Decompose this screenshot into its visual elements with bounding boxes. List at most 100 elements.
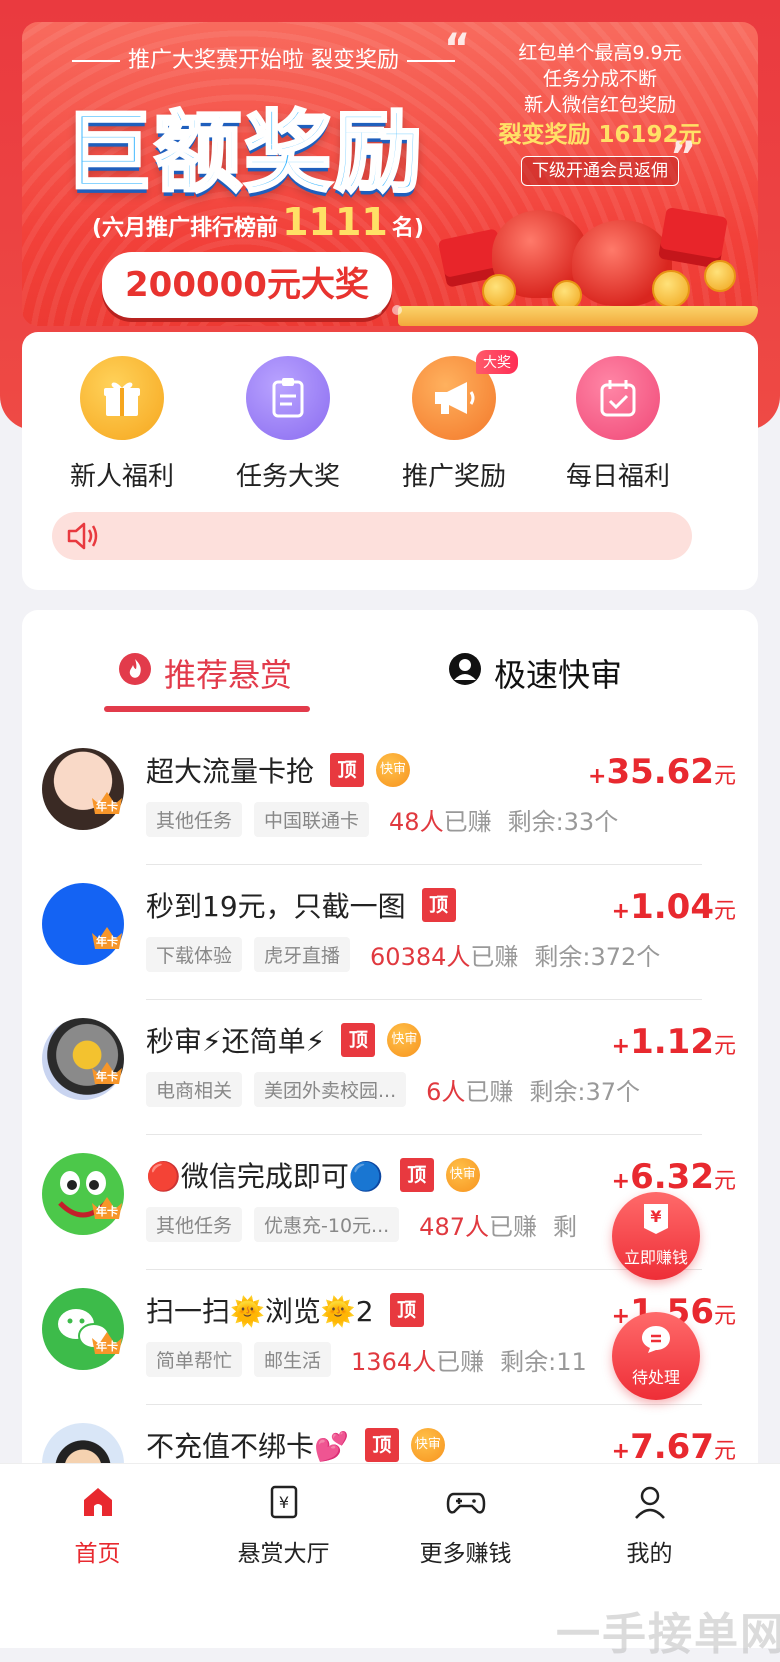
fast-badge: 快审 — [376, 753, 411, 787]
task-row[interactable]: 年卡 秒审⚡还简单⚡ 顶快审 +1.12元 电商相关 美团外卖校园... 6人已赚… — [22, 1000, 758, 1135]
bounty-icon: ¥ — [266, 1485, 302, 1524]
remaining-count: 剩 — [552, 1213, 577, 1241]
nav-bounty-hall[interactable]: ¥ 悬赏大厅 — [186, 1484, 381, 1568]
task-meta: 简单帮忙 邮生活 1364人已赚 剩余:11 — [146, 1342, 587, 1377]
earned-count: 1364人已赚 — [351, 1348, 485, 1376]
remaining-count: 剩余:37个 — [529, 1078, 641, 1106]
tab-label: 极速快审 — [494, 656, 623, 694]
fast-badge: 快审 — [410, 1428, 445, 1462]
category-chip: 其他任务 — [146, 1207, 243, 1242]
project-chip: 优惠充-10元... — [254, 1207, 400, 1242]
banner-right-block: 红包单个最高9.9元 任务分成不断 新人微信红包奖励 裂变奖励 16192元 下… — [470, 40, 730, 186]
task-reward: +6.32元 — [611, 1157, 736, 1197]
earned-count: 60384人已赚 — [370, 943, 519, 971]
home-icon — [80, 1488, 116, 1524]
quick-item-promo-reward[interactable]: 大奖 推广奖励 — [374, 350, 534, 493]
remaining-count: 剩余:11 — [500, 1348, 587, 1376]
quick-item-task-prize[interactable]: 任务大奖 — [208, 356, 368, 493]
svg-text:¥: ¥ — [650, 1207, 661, 1226]
task-title: 🔴微信完成即可🔵 顶快审 — [146, 1155, 480, 1195]
megaphone-icon: 大奖 — [412, 350, 518, 440]
category-chip: 其他任务 — [146, 802, 243, 837]
quick-label: 任务大奖 — [235, 462, 340, 492]
project-chip: 邮生活 — [254, 1342, 332, 1377]
crown-icon: 年卡 — [90, 790, 124, 814]
calendar-check-icon — [576, 356, 660, 440]
category-chip: 简单帮忙 — [146, 1342, 243, 1377]
prize-badge: 大奖 — [476, 350, 518, 374]
task-reward: +1.12元 — [611, 1022, 736, 1062]
earned-count: 487人已赚 — [419, 1213, 537, 1241]
tab-label: 推荐悬赏 — [164, 656, 293, 694]
quick-item-newbie[interactable]: 新人福利 — [42, 356, 202, 493]
chat-icon — [640, 1324, 672, 1358]
nav-label: 我的 — [626, 1541, 673, 1567]
nav-home[interactable]: 首页 — [0, 1484, 195, 1568]
banner-prize: 200000元大奖 — [102, 252, 392, 318]
top-badge: 顶 — [341, 1023, 376, 1057]
float-label: 待处理 — [631, 1368, 680, 1387]
fast-badge: 快审 — [387, 1023, 422, 1057]
fast-badge: 快审 — [445, 1158, 480, 1192]
top-badge: 顶 — [399, 1158, 434, 1192]
crown-icon: 年卡 — [90, 1195, 124, 1219]
nav-mine[interactable]: 我的 — [552, 1484, 747, 1568]
avatar — [42, 1153, 124, 1235]
user-circle-icon — [448, 652, 482, 694]
flame-icon — [118, 652, 152, 694]
yuan-icon: ¥ — [640, 1202, 672, 1240]
banner-pager — [352, 305, 402, 315]
gamepad-icon — [446, 1492, 486, 1524]
announcement-bar[interactable] — [52, 512, 692, 560]
user-icon — [632, 1486, 668, 1524]
earned-count: 48人已赚 — [389, 808, 492, 836]
task-title: 超大流量卡抢顶快审 — [146, 750, 411, 790]
task-row[interactable]: 年卡 秒到19元，只截一图顶 +1.04元 下载体验 虎牙直播 60384人已赚… — [22, 865, 758, 1000]
task-title: 秒审⚡还简单⚡ 顶快审 — [146, 1020, 422, 1060]
top-badge: 顶 — [389, 1293, 424, 1327]
quick-label: 每日福利 — [565, 462, 670, 492]
avatar — [42, 748, 124, 830]
task-meta: 电商相关 美团外卖校园... 6人已赚 剩余:37个 — [146, 1072, 640, 1107]
task-reward: +1.04元 — [611, 887, 736, 927]
banner-rank-text: (六月推广排行榜前 1111 名) — [92, 200, 424, 244]
crown-icon: 年卡 — [90, 1060, 124, 1084]
float-label: 立即赚钱 — [623, 1248, 688, 1267]
remaining-count: 剩余:33个 — [507, 808, 619, 836]
remaining-count: 剩余:372个 — [534, 943, 661, 971]
top-badge: 顶 — [421, 888, 456, 922]
quick-item-daily[interactable]: 每日福利 — [538, 356, 698, 493]
promo-banner[interactable]: 推广大奖赛开始啦 裂变奖励 巨额奖励 (六月推广排行榜前 1111 名) 20000… — [22, 22, 758, 326]
nav-label: 首页 — [74, 1541, 121, 1567]
task-row[interactable]: 年卡 超大流量卡抢顶快审 +35.62元 其他任务 中国联通卡 48人已赚 剩余… — [22, 730, 758, 865]
nav-label: 悬赏大厅 — [237, 1541, 330, 1567]
quote-open-icon: “ — [444, 26, 471, 72]
quick-label: 新人福利 — [69, 462, 174, 492]
task-reward: +35.62元 — [588, 752, 736, 792]
banner-subtitle: 推广大奖赛开始啦 裂变奖励 — [64, 42, 463, 74]
watermark: 一手接单网 — [556, 1609, 780, 1660]
pending-button[interactable]: 待处理 — [612, 1312, 700, 1400]
project-chip: 美团外卖校园... — [254, 1072, 407, 1107]
svg-text:¥: ¥ — [278, 1493, 288, 1512]
tab-recommended[interactable]: 推荐悬赏 — [118, 650, 292, 696]
crown-icon: 年卡 — [90, 925, 124, 949]
earn-now-button[interactable]: ¥ 立即赚钱 — [612, 1192, 700, 1280]
nav-label: 更多赚钱 — [419, 1541, 512, 1567]
category-chip: 下载体验 — [146, 937, 243, 972]
top-badge: 顶 — [364, 1428, 399, 1462]
top-badge: 顶 — [330, 753, 365, 787]
banner-headline: 巨额奖励 — [62, 100, 425, 206]
task-title: 扫一扫🌞浏览🌞2 顶 — [146, 1290, 424, 1330]
task-meta: 其他任务 中国联通卡 48人已赚 剩余:33个 — [146, 802, 618, 837]
project-chip: 中国联通卡 — [254, 802, 370, 837]
tab-fast-review[interactable]: 极速快审 — [448, 650, 622, 696]
clipboard-icon — [246, 356, 330, 440]
speaker-icon — [66, 520, 100, 556]
category-chip: 电商相关 — [146, 1072, 243, 1107]
task-meta: 其他任务 优惠充-10元... 487人已赚 剩 — [146, 1207, 577, 1242]
banner-shelf — [398, 306, 758, 326]
nav-more-earn[interactable]: 更多赚钱 — [368, 1484, 563, 1568]
avatar — [42, 883, 124, 965]
avatar — [42, 1018, 124, 1100]
